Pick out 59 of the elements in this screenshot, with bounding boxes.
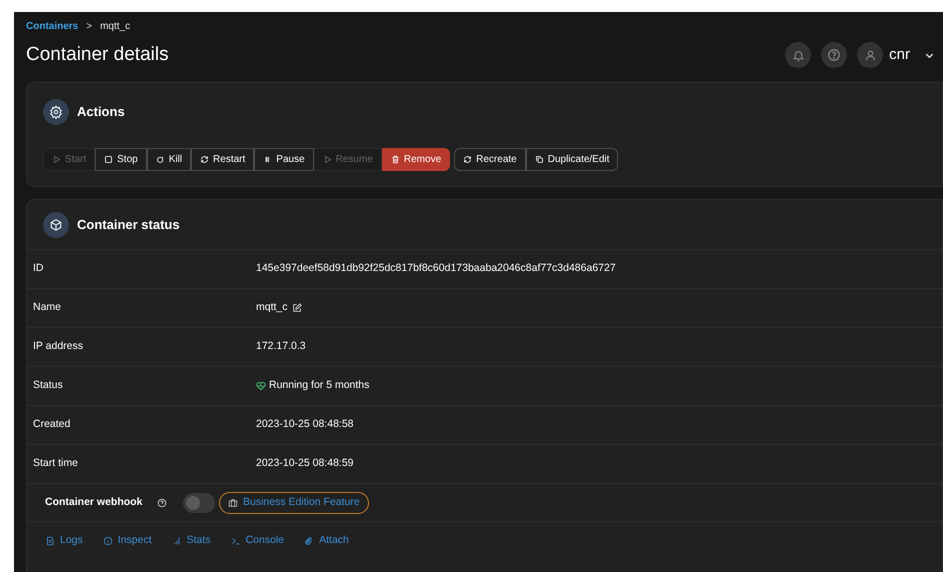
business-edition-badge[interactable]: Business Edition Feature	[219, 492, 369, 514]
user-name[interactable]: cnr	[889, 44, 910, 66]
user-avatar[interactable]	[857, 42, 884, 68]
field-label: Start time	[32, 456, 79, 472]
help-icon	[827, 48, 842, 62]
field-label: ID	[32, 261, 44, 276]
tab-link[interactable]: Inspect	[102, 533, 152, 549]
field-label: Name	[32, 300, 62, 316]
kill-icon	[156, 155, 165, 164]
play-icon	[322, 155, 332, 164]
user-icon	[864, 48, 877, 62]
stop-icon	[104, 155, 114, 164]
tab-link[interactable]: Stats	[172, 533, 211, 549]
field-value: mqtt_c	[256, 300, 288, 316]
card-title: Actions	[77, 103, 125, 122]
briefcase-icon	[228, 498, 238, 508]
edit-icon[interactable]	[292, 303, 302, 313]
help-button[interactable]	[821, 42, 848, 68]
page-title: Container details	[26, 42, 169, 67]
heart-pulse-icon	[256, 381, 266, 391]
cube-icon	[43, 212, 69, 238]
terminal-icon	[230, 536, 241, 546]
breadcrumb-current: mqtt_c	[100, 20, 130, 34]
breadcrumb-link[interactable]: Containers	[26, 19, 78, 34]
breadcrumb-separator: >	[86, 20, 92, 34]
action-button[interactable]: Restart	[191, 148, 254, 171]
tab-link[interactable]: Logs	[45, 533, 83, 549]
action-button[interactable]: Pause	[254, 148, 314, 171]
refresh-icon	[200, 155, 210, 164]
paperclip-icon	[304, 536, 314, 546]
field-value: 172.17.0.3	[256, 339, 306, 354]
webhook-label: Container webhook	[45, 494, 144, 510]
help-icon	[157, 498, 167, 508]
action-button[interactable]: Stop	[95, 148, 147, 171]
action-button[interactable]: Recreate	[454, 148, 526, 171]
refresh-icon	[463, 155, 472, 164]
bell-icon	[792, 48, 805, 62]
field-label: Created	[32, 417, 72, 432]
action-button[interactable]: Remove	[382, 148, 450, 171]
field-value: 2023-10-25 08:48:59	[256, 456, 354, 472]
play-icon	[52, 155, 61, 164]
tab-link[interactable]: Attach	[304, 533, 349, 549]
bar-chart-icon	[172, 536, 182, 546]
copy-icon	[534, 155, 544, 164]
field-value: Running for 5 months	[269, 378, 370, 394]
webhook-toggle[interactable]	[183, 492, 215, 512]
document-icon	[45, 536, 55, 546]
notifications-button[interactable]	[785, 42, 812, 68]
trash-icon	[390, 155, 400, 164]
gear-icon	[43, 99, 69, 125]
field-value: 2023-10-25 08:48:58	[256, 417, 354, 432]
field-label: Status	[32, 378, 64, 394]
field-label: IP address	[32, 339, 84, 354]
action-button[interactable]: Kill	[146, 148, 192, 171]
action-button[interactable]: Duplicate/Edit	[526, 148, 618, 171]
info-icon	[102, 536, 113, 546]
card-title: Container status	[77, 216, 180, 234]
tab-link[interactable]: Console	[230, 533, 284, 549]
field-value: 145e397deef58d91db92f25dc817bf8c60d173baaba2046c8af77c3d486a6727	[256, 261, 616, 276]
